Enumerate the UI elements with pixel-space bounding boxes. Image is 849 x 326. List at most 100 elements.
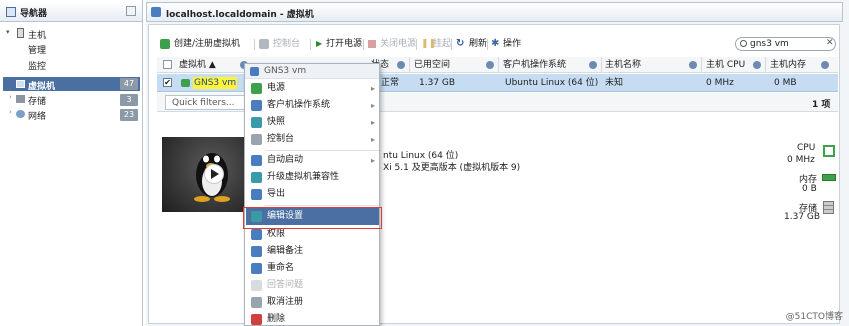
menu-item-label: 编辑备注 [267,246,304,256]
storage-disk-icon [823,201,834,214]
submenu-arrow-icon: ▸ [370,101,375,110]
col-sort-icon[interactable] [486,61,494,69]
menu-item-answer-question[interactable]: 回答问题 [246,277,379,294]
power-on-button[interactable]: 打开电源 [326,36,362,52]
quick-filter-select[interactable]: Quick filters... [165,95,245,110]
menu-item-power[interactable]: 电源 ▸ [246,80,379,97]
menu-item-label: 取消注册 [267,297,304,307]
question-icon [251,280,262,291]
menu-item-upgrade-compat[interactable]: 升级虚拟机兼容性 [246,169,379,186]
vm-hostname: 未知 [605,78,624,88]
menu-item-export[interactable]: 导出 [246,186,379,203]
refresh-button[interactable]: 刷新 [469,36,487,52]
main-header: localhost.localdomain - 虚拟机 [146,2,843,22]
col-hostname[interactable]: 主机名称 [605,57,641,73]
nav-host[interactable]: 主机 [28,28,46,41]
collapse-icon[interactable] [126,6,136,16]
toolbar-divider [363,39,364,50]
unregister-icon [251,297,262,308]
cpu-label: CPU [797,143,816,153]
vm-console-thumbnail[interactable] [162,137,244,212]
select-all-checkbox[interactable] [163,60,172,69]
console-button[interactable]: 控制台 [273,36,300,52]
menu-header: GNS3 vm [245,64,379,79]
col-divider [601,57,602,73]
menu-item-rename[interactable]: 重命名 [246,260,379,277]
col-vm[interactable]: 虚拟机 ▲ [179,57,216,73]
nav-network[interactable]: 网络 [28,109,46,122]
cpu-icon [823,145,835,157]
menu-item-console[interactable]: 控制台 ▸ [246,131,379,148]
storage-expand-icon[interactable]: › [9,93,12,101]
actions-button[interactable]: 操作 [503,36,521,52]
console-icon [259,39,269,49]
menu-item-label: 回答问题 [267,280,304,290]
host-expand-icon[interactable]: ▾ [6,28,10,36]
highlight-box [243,207,382,229]
col-used-space[interactable]: 已用空间 [414,57,450,73]
menu-item-snapshot[interactable]: 快照 ▸ [246,114,379,131]
vms-count-badge: 47 [120,78,138,90]
detail-compatibility: Xi 5.1 及更高版本 (虚拟机版本 9) [383,163,521,173]
nav-vms-label: 虚拟机 [28,82,56,92]
vm-host-mem: 0 MB [774,78,797,88]
menu-title: GNS3 vm [264,66,307,76]
col-sort-icon[interactable] [689,61,697,69]
toolbar-divider [487,39,488,50]
col-sort-icon[interactable] [753,61,761,69]
menu-divider [265,150,379,151]
network-expand-icon[interactable]: › [9,108,12,116]
col-sort-icon[interactable] [821,61,829,69]
search-field[interactable]: gns3 vm ✕ [735,37,836,51]
menu-item-label: 升级虚拟机兼容性 [267,172,340,182]
col-sort-icon[interactable] [397,61,405,69]
menu-item-edit-notes[interactable]: 编辑备注 [246,243,379,260]
stop-icon [368,40,376,48]
storage-icon [16,95,25,103]
nav-storage[interactable]: 存储 [28,94,46,107]
col-host-mem[interactable]: 主机内存 [770,57,806,73]
col-host-cpu[interactable]: 主机 CPU [706,57,745,73]
vm-status: 正常 [381,78,400,88]
refresh-icon: ↻ [456,38,465,49]
cpu-value: 0 MHz [787,155,815,165]
network-icon [16,110,25,118]
memory-value: 0 B [802,184,817,194]
vm-used-space: 1.37 GB [419,78,456,88]
storage-count-badge: 3 [120,94,138,106]
menu-item-delete[interactable]: 删除 [246,311,379,326]
create-vm-button[interactable]: 创建/注册虚拟机 [174,36,240,52]
export-icon [251,189,262,200]
breadcrumb: localhost.localdomain - 虚拟机 [166,10,314,20]
submenu-arrow-icon: ▸ [370,118,375,127]
play-triangle-icon [211,169,219,179]
play-icon: ▶ [316,39,323,48]
col-divider [701,57,702,73]
menu-item-autostart[interactable]: 自动启动 ▸ [246,152,379,169]
vm-name-link[interactable]: GNS3 vm [193,77,238,89]
toolbar-divider [416,39,417,50]
network-count-badge: 23 [120,109,138,121]
col-divider [409,57,410,73]
autostart-icon [251,155,262,166]
rename-icon [251,263,262,274]
power-off-button[interactable]: 关闭电源 [380,36,416,52]
menu-item-label: 导出 [267,189,286,199]
menu-item-label: 快照 [267,117,286,127]
gear-icon: ✱ [491,38,500,49]
clear-search-icon[interactable]: ✕ [826,38,834,48]
search-icon [740,40,747,47]
suspend-button[interactable]: 挂起 [433,36,451,52]
toolbar-divider [310,39,311,50]
menu-item-unregister[interactable]: 取消注册 [246,294,379,311]
col-divider [765,57,766,73]
vm-status-icon [181,79,190,87]
menu-item-label: 电源 [267,83,286,93]
menu-item-guest-os[interactable]: 客户机操作系统 ▸ [246,97,379,114]
search-input[interactable]: gns3 vm [750,39,789,49]
nav-monitor[interactable]: 监控 [28,59,46,72]
col-guest-os[interactable]: 客户机操作系统 [503,57,566,73]
col-sort-icon[interactable] [589,61,597,69]
nav-manage[interactable]: 管理 [28,43,46,56]
row-checkbox[interactable]: ✔ [163,78,172,87]
